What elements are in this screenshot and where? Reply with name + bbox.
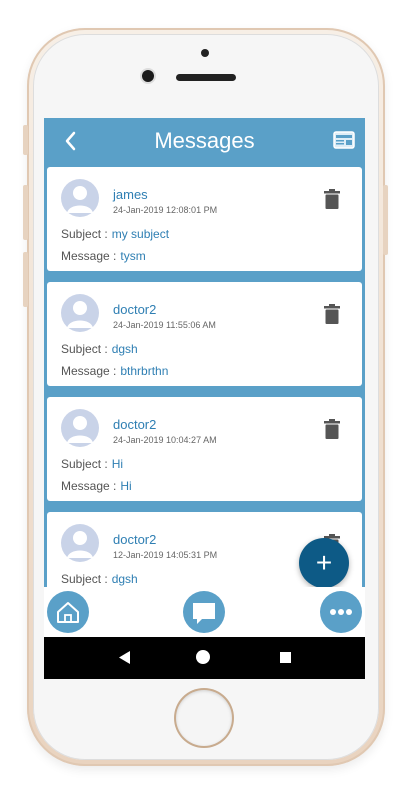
sender-name[interactable]: james: [113, 187, 148, 202]
trash-icon: [324, 419, 340, 439]
message-label: Message :: [61, 249, 117, 263]
message-value: bthrbrthn: [120, 364, 169, 378]
trash-icon: [324, 304, 340, 324]
message-card[interactable]: doctor2 24-Jan-2019 11:55:06 AM Subject …: [47, 282, 362, 386]
message-row: Message : Hi: [61, 479, 132, 493]
avatar: [61, 179, 99, 217]
message-card[interactable]: doctor2 24-Jan-2019 10:04:27 AM Subject …: [47, 397, 362, 501]
more-button[interactable]: [320, 591, 362, 633]
message-label: Message :: [61, 364, 117, 378]
message-value: Hi: [120, 479, 132, 493]
chat-button[interactable]: [183, 591, 225, 633]
delete-button[interactable]: [324, 304, 340, 324]
user-avatar-icon: [67, 416, 93, 443]
compose-fab[interactable]: +: [299, 538, 349, 588]
subject-label: Subject :: [61, 227, 108, 241]
power-button: [383, 185, 388, 255]
message-timestamp: 24-Jan-2019 12:08:01 PM: [113, 205, 218, 215]
sender-name[interactable]: doctor2: [113, 302, 156, 317]
delete-button[interactable]: [324, 189, 340, 209]
subject-row: Subject : dgsh: [61, 572, 138, 586]
message-label: Message :: [61, 479, 117, 493]
subject-value: dgsh: [111, 572, 138, 586]
phone-home-button[interactable]: [176, 690, 232, 746]
message-value: tysm: [120, 249, 146, 263]
message-timestamp: 24-Jan-2019 11:55:06 AM: [113, 320, 216, 330]
more-dots-icon: [330, 609, 352, 615]
avatar: [61, 294, 99, 332]
sender-name[interactable]: doctor2: [113, 417, 156, 432]
user-avatar-icon: [67, 186, 93, 213]
subject-label: Subject :: [61, 572, 108, 586]
user-avatar-icon: [67, 301, 93, 328]
sender-name[interactable]: doctor2: [113, 532, 156, 547]
front-camera: [142, 70, 154, 82]
message-list: james 24-Jan-2019 12:08:01 PM Subject :m…: [44, 164, 365, 587]
mute-switch: [23, 125, 28, 155]
volume-up-button: [23, 185, 28, 240]
nav-home-icon[interactable]: [196, 650, 210, 664]
bottom-toolbar: [44, 587, 365, 637]
delete-button[interactable]: [324, 419, 340, 439]
subject-row: Subject : Hi: [61, 457, 123, 471]
subject-label: Subject :: [61, 342, 108, 356]
avatar: [61, 524, 99, 562]
subject-value: dgsh: [111, 342, 138, 356]
subject-row: Subject : dgsh: [61, 342, 138, 356]
app-screen: Messages james 24-Jan-2019 12:08:01 PM S…: [44, 118, 365, 679]
subject-value: Hi: [111, 457, 124, 471]
home-button[interactable]: [47, 591, 89, 633]
id-card-icon: [333, 131, 355, 149]
message-timestamp: 12-Jan-2019 14:05:31 PM: [113, 550, 218, 560]
header-bar: Messages: [44, 118, 365, 164]
subject-value: my subject: [111, 227, 170, 241]
trash-icon: [324, 189, 340, 209]
proximity-sensor: [201, 49, 209, 57]
message-timestamp: 24-Jan-2019 10:04:27 AM: [113, 435, 217, 445]
page-title: Messages: [154, 128, 255, 153]
message-card[interactable]: james 24-Jan-2019 12:08:01 PM Subject :m…: [47, 167, 362, 271]
message-row: Message : bthrbrthn: [61, 364, 168, 378]
home-icon: [57, 602, 79, 623]
message-row: Message : tysm: [61, 249, 146, 263]
header-action-button[interactable]: [333, 131, 355, 149]
subject-label: Subject :: [61, 457, 108, 471]
chat-icon: [193, 603, 215, 624]
android-nav-bar: [44, 637, 365, 679]
nav-recents-icon[interactable]: [280, 652, 291, 663]
nav-back-icon[interactable]: [119, 651, 131, 664]
subject-row: Subject : my subject: [61, 227, 169, 241]
avatar: [61, 409, 99, 447]
earpiece-speaker: [176, 74, 236, 81]
user-avatar-icon: [67, 531, 93, 558]
volume-down-button: [23, 252, 28, 307]
